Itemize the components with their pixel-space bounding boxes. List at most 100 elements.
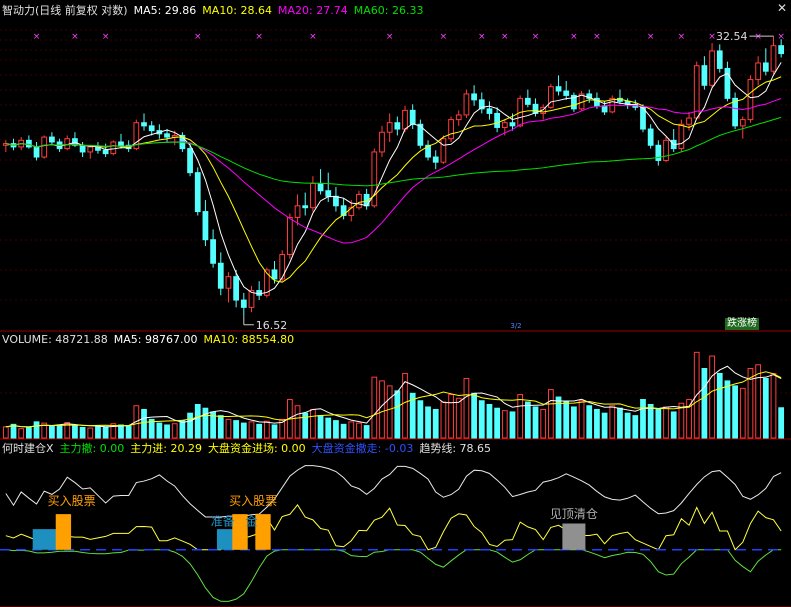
signal-x-marker: × [678, 32, 686, 42]
candle-body [448, 119, 454, 140]
signal-name: 何时建仓X [2, 442, 54, 455]
signal-x-marker: × [478, 32, 486, 42]
candle-body [41, 136, 48, 158]
volume-bar [762, 377, 769, 439]
volume-bar [463, 377, 470, 439]
candle-body [110, 141, 117, 155]
candle-body [563, 90, 570, 96]
signal-x-marker: × [501, 32, 509, 42]
volume-bar [540, 408, 547, 439]
volume-bar [386, 385, 393, 439]
volume-bar [709, 355, 715, 439]
volume-bar [179, 420, 186, 439]
buy-label: 买入股票 [229, 494, 277, 508]
volume-bar [663, 406, 669, 439]
volume-bar [586, 405, 593, 439]
volume-bar [371, 376, 378, 439]
candle-body [164, 133, 170, 138]
candle-body [256, 290, 263, 296]
volume-bar [95, 425, 101, 439]
volume-bar [571, 406, 577, 439]
signal-x-marker: × [194, 32, 202, 42]
volume-bar [617, 407, 623, 439]
volume-bar [18, 428, 25, 439]
signal-pane-header: 何时建仓X 主力撤: 0.00 主力进: 20.29 大盘资金进场: 0.00 大盘资金… [2, 442, 497, 456]
volume-bar [724, 380, 731, 439]
volume-label: VOLUME: 48721.88 [2, 333, 108, 346]
ma20-label: MA20: 27.74 [278, 4, 348, 17]
candle-body [663, 139, 669, 161]
volume-bar [240, 422, 247, 439]
volume-pane-header: VOLUME: 48721.88 MA5: 98767.00 MA10: 88554… [2, 333, 300, 347]
candle-body [755, 62, 762, 81]
fund-label: 金 [245, 513, 257, 528]
signal-x-marker: × [777, 32, 785, 42]
candle-body [701, 65, 708, 86]
volume-ma10-label: MA10: 88554.80 [203, 333, 295, 346]
candle-body [79, 144, 86, 153]
close-icon[interactable]: ✕ [777, 2, 787, 14]
volume-ma5-label: MA5: 98767.00 [113, 333, 198, 346]
volume-bar [348, 421, 355, 439]
volume-bar [601, 412, 608, 439]
candle-body [310, 182, 316, 209]
volume-bar [425, 406, 431, 439]
candle-body [555, 86, 562, 92]
volume-bar [647, 403, 654, 439]
volume-bar [732, 385, 738, 439]
candle-body [693, 65, 700, 119]
rank-badge[interactable]: 跌涨榜 [725, 318, 759, 330]
candle-body [678, 123, 685, 150]
volume-bar [225, 418, 232, 439]
volume-bar [670, 411, 677, 439]
volume-bar [356, 422, 362, 439]
signal-x-marker: × [440, 32, 448, 42]
prepare-label: 准备 [211, 514, 235, 528]
ma10-line [5, 76, 782, 283]
volume-bar [478, 400, 485, 439]
ma10-label: MA10: 28.64 [202, 4, 273, 17]
volume-bar [440, 401, 447, 439]
volume-bar [49, 425, 55, 439]
volume-bar [194, 403, 201, 439]
volume-bar [632, 415, 639, 439]
volume-bar [578, 400, 585, 439]
stock-chart: × × × × × × × × × × × × × × × × × ×32.5416.52 3/2买入股票 买入股票准… [0, 29, 791, 607]
volume-bar [517, 394, 524, 439]
high-marker-label: 32.54 [716, 30, 748, 43]
volume-bar [33, 421, 40, 439]
volume-bar [755, 364, 762, 439]
candle-body [739, 119, 746, 127]
buy-label: 买入股票 [48, 494, 96, 508]
buy-block [255, 514, 271, 550]
candle-body [194, 172, 201, 213]
volume-bar [164, 424, 170, 439]
candle-body [501, 122, 508, 128]
volume-bar [217, 415, 224, 439]
candle-body [762, 62, 769, 72]
volume-bar [501, 410, 508, 439]
volume-bar [56, 424, 63, 439]
volume-bar [509, 411, 516, 439]
ma60-label: MA60: 26.33 [353, 4, 424, 17]
volume-bar [624, 412, 631, 439]
volume-bar [317, 415, 324, 439]
candle-body [647, 128, 654, 146]
signal-x-marker: × [255, 32, 263, 42]
volume-bar [171, 423, 178, 439]
main-flag-label: 主力撤: 0.00 [59, 442, 125, 455]
candle-body [302, 205, 309, 209]
volume-bar [363, 425, 370, 439]
volume-bar [263, 420, 270, 439]
volume-bar [448, 394, 454, 439]
candle-body [148, 125, 155, 132]
volume-bar [770, 372, 777, 439]
volume-bar [25, 426, 32, 439]
indicator-name: 智动力(日线 前复权 对数) [2, 4, 128, 17]
candle-body [686, 117, 692, 125]
candle-body [455, 114, 462, 121]
main-in-label: 主力进: 20.29 [130, 442, 202, 455]
candle-body [25, 139, 32, 148]
volume-bar [432, 408, 439, 439]
volume-bar [494, 407, 501, 439]
